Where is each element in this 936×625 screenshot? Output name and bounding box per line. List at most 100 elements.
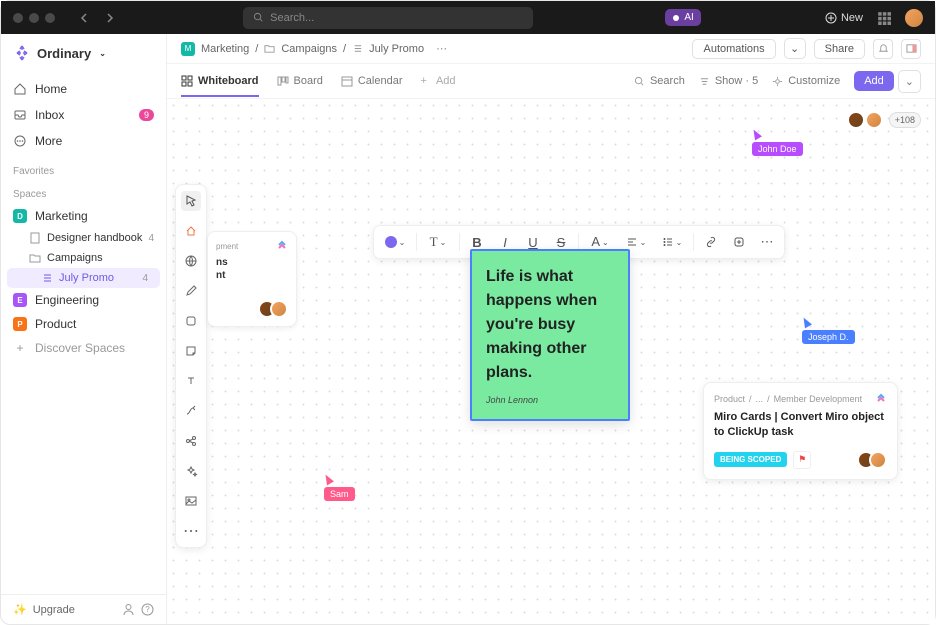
clickup-logo-icon: [875, 393, 887, 405]
image-icon: [184, 494, 198, 508]
space-badge: M: [181, 42, 195, 56]
color-swatch: [385, 236, 397, 248]
list-icon: [352, 43, 363, 54]
space-marketing[interactable]: DMarketing: [1, 204, 166, 228]
home-icon: [184, 224, 198, 238]
more-icon[interactable]: ⋯: [436, 42, 447, 55]
user-avatar[interactable]: [905, 9, 923, 27]
link-icon: [705, 236, 717, 248]
collaborator-more[interactable]: +108: [889, 112, 921, 128]
plus-circle-icon: [825, 12, 837, 24]
font-size[interactable]: T⌄: [421, 230, 455, 254]
discover-spaces[interactable]: +Discover Spaces: [1, 336, 166, 360]
task-card-miro[interactable]: Product/ .../ Member Development Miro Ca…: [703, 382, 898, 480]
panel-button[interactable]: [901, 39, 921, 59]
tool-web[interactable]: [181, 251, 201, 271]
tool-text[interactable]: [181, 371, 201, 391]
sparkle-icon: [184, 464, 198, 478]
notif-button[interactable]: [873, 39, 893, 59]
square-icon: [184, 314, 198, 328]
tool-sticky[interactable]: [181, 341, 201, 361]
tool-home[interactable]: [181, 221, 201, 241]
sidebar-footer: ✨ Upgrade ?: [1, 594, 166, 624]
show-toggle[interactable]: Show · 5: [699, 67, 758, 95]
forward-button[interactable]: [99, 8, 119, 28]
folder-icon: [264, 43, 275, 54]
collaborator-avatar[interactable]: [865, 111, 883, 129]
ai-button[interactable]: AI: [665, 9, 700, 26]
search-views[interactable]: Search: [634, 67, 685, 95]
list-button[interactable]: ⌄: [655, 230, 689, 254]
space-engineering[interactable]: EEngineering: [1, 288, 166, 312]
favorites-label: Favorites: [1, 158, 166, 181]
tool-ai[interactable]: [181, 461, 201, 481]
priority-flag[interactable]: ⚑: [793, 451, 811, 469]
tree-july-promo[interactable]: July Promo4: [7, 268, 160, 288]
back-button[interactable]: [75, 8, 95, 28]
tool-select[interactable]: [181, 191, 201, 211]
note-author: John Lennon: [486, 395, 614, 405]
tool-mindmap[interactable]: [181, 431, 201, 451]
customize-button[interactable]: Customize: [772, 67, 840, 95]
add-dropdown[interactable]: ⌄: [898, 70, 921, 93]
tab-calendar[interactable]: Calendar: [341, 67, 403, 95]
tool-more[interactable]: ⋯: [181, 521, 201, 541]
assignee-avatar: [270, 300, 288, 318]
more-format[interactable]: ⋯: [754, 230, 780, 254]
nav-inbox[interactable]: Inbox9: [1, 102, 166, 128]
person-icon[interactable]: [122, 603, 135, 616]
collaborator-avatar[interactable]: [847, 111, 865, 129]
tab-add-view[interactable]: +Add: [421, 67, 456, 95]
close-dot[interactable]: [13, 13, 23, 23]
tool-image[interactable]: [181, 491, 201, 511]
tree-designer-handbook[interactable]: Designer handbook4: [1, 228, 166, 248]
list-icon: [41, 272, 53, 284]
inbox-badge: 9: [139, 109, 154, 121]
max-dot[interactable]: [45, 13, 55, 23]
nav-arrows: [75, 8, 119, 28]
add-button[interactable]: Add: [854, 71, 894, 91]
remote-cursor-sam: Sam: [324, 474, 355, 501]
svg-text:?: ?: [145, 605, 150, 614]
tool-pen[interactable]: [181, 281, 201, 301]
search-input[interactable]: Search...: [243, 7, 533, 29]
help-icon[interactable]: ?: [141, 603, 154, 616]
apps-grid-icon[interactable]: [877, 11, 891, 25]
whiteboard-canvas[interactable]: +108 ⋯ pment nsnt: [167, 99, 935, 624]
card-title: Miro Cards | Convert Miro object to Clic…: [714, 410, 887, 441]
min-dot[interactable]: [29, 13, 39, 23]
mindmap-icon: [184, 434, 198, 448]
task-card-partial[interactable]: pment nsnt: [207, 231, 297, 327]
home-icon: [13, 82, 27, 96]
inbox-icon: [13, 108, 27, 122]
folder-icon: [29, 252, 41, 264]
tool-shape[interactable]: [181, 311, 201, 331]
breadcrumb: M Marketing / Campaigns / July Promo ⋯ A…: [167, 34, 935, 64]
globe-icon: [184, 254, 198, 268]
bullet-icon: [662, 236, 674, 248]
tab-board[interactable]: Board: [277, 67, 323, 95]
crumb-marketing[interactable]: Marketing: [201, 43, 249, 55]
share-button[interactable]: Share: [814, 39, 865, 59]
tool-connector[interactable]: [181, 401, 201, 421]
status-tag: BEING SCOPED: [714, 452, 787, 467]
workspace-switcher[interactable]: Ordinary ⌄: [1, 34, 166, 72]
tab-whiteboard[interactable]: Whiteboard: [181, 67, 259, 97]
link-button[interactable]: [698, 230, 724, 254]
fill-color[interactable]: ⌄: [378, 230, 412, 254]
space-product[interactable]: PProduct: [1, 312, 166, 336]
crumb-july-promo[interactable]: July Promo: [369, 43, 424, 55]
crumb-campaigns[interactable]: Campaigns: [281, 43, 337, 55]
nav-more[interactable]: More: [1, 128, 166, 154]
automations-button[interactable]: Automations: [692, 39, 775, 59]
sidebar: Ordinary ⌄ Home Inbox9 More Favorites Sp…: [1, 34, 167, 624]
remote-cursor-john: John Doe: [752, 129, 803, 156]
new-button[interactable]: New: [825, 12, 863, 24]
tree-campaigns[interactable]: Campaigns: [1, 248, 166, 268]
gear-icon: [772, 76, 783, 87]
task-button[interactable]: [726, 230, 752, 254]
nav-home[interactable]: Home: [1, 76, 166, 102]
automations-dropdown[interactable]: ⌄: [784, 38, 806, 59]
sticky-note[interactable]: Life is what happens when you're busy ma…: [470, 249, 630, 421]
upgrade-button[interactable]: Upgrade: [33, 604, 75, 616]
